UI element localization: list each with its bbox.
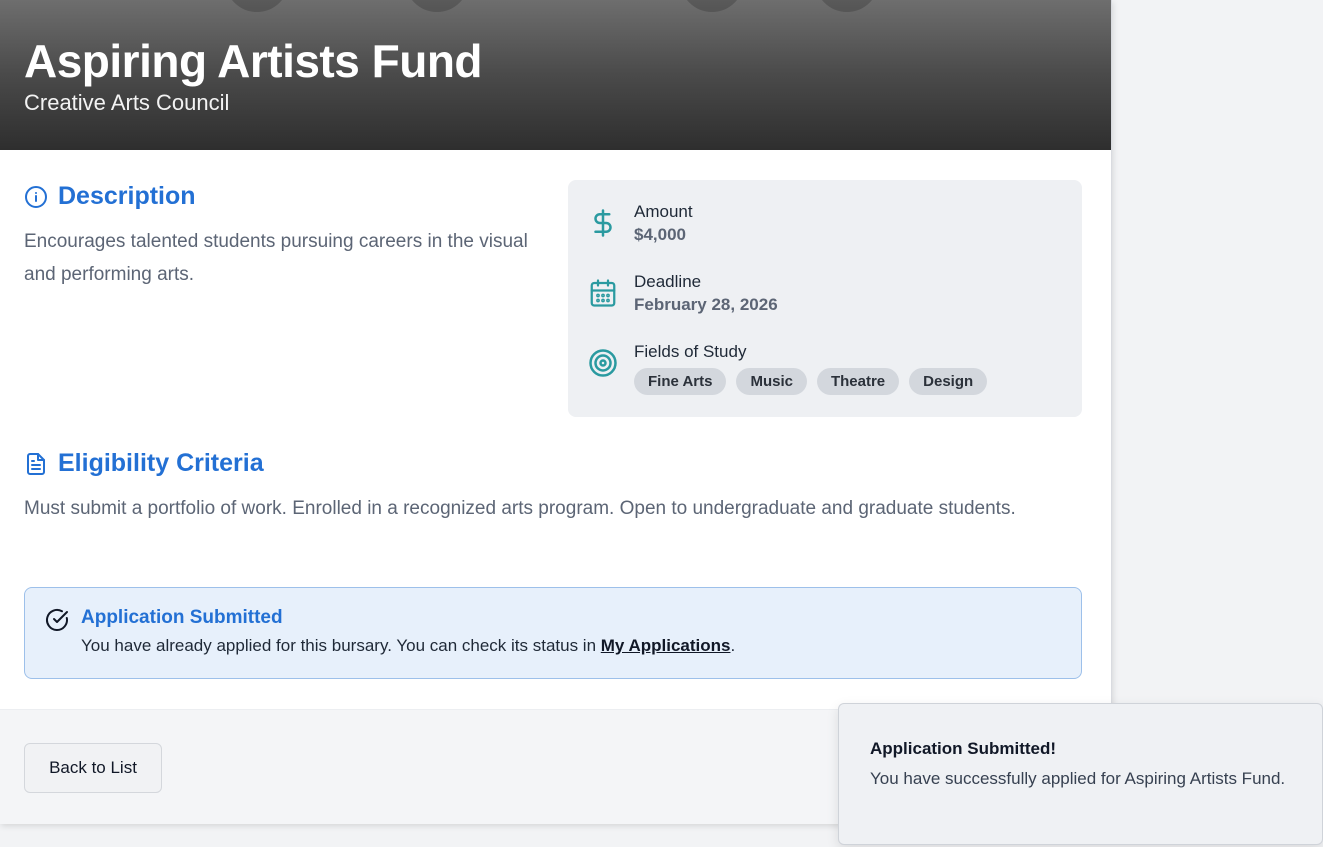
- banner-decoration: [405, 0, 469, 12]
- alert-message: You have already applied for this bursar…: [81, 636, 735, 656]
- banner-decoration: [680, 0, 744, 12]
- eligibility-title: Eligibility Criteria: [58, 449, 264, 477]
- alert-title: Application Submitted: [81, 607, 283, 628]
- dollar-icon: [588, 208, 618, 238]
- info-icon: [24, 185, 48, 209]
- deadline-value: February 28, 2026: [634, 295, 778, 314]
- toast-message: You have successfully applied for Aspiri…: [870, 769, 1286, 788]
- success-toast[interactable]: Application Submitted! You have successf…: [838, 703, 1323, 845]
- banner-decoration: [225, 0, 289, 12]
- toast-title: Application Submitted!: [870, 739, 1057, 758]
- description-text: Encourages talented students pursuing ca…: [24, 231, 528, 285]
- amount-row: Amount $4,000: [588, 202, 693, 245]
- deadline-label: Deadline: [634, 272, 702, 291]
- description-heading: Description: [24, 182, 196, 211]
- hero-banner: Aspiring Artists Fund Creative Arts Coun…: [0, 0, 1111, 150]
- eligibility-heading: Eligibility Criteria: [24, 449, 264, 478]
- alert-message-end: .: [730, 636, 736, 655]
- field-tag: Fine Arts: [634, 368, 727, 395]
- alert-message-text: You have already applied for this bursar…: [81, 636, 601, 655]
- check-circle-icon: [45, 608, 69, 632]
- bursary-detail-card: Aspiring Artists Fund Creative Arts Coun…: [0, 0, 1112, 824]
- organization-name: Creative Arts Council: [24, 90, 230, 115]
- eligibility-text: Must submit a portfolio of work. Enrolle…: [24, 498, 1016, 519]
- fields-row: Fields of Study Fine Arts Music Theatre …: [588, 342, 988, 395]
- page-title: Aspiring Artists Fund: [24, 35, 483, 87]
- deadline-row: Deadline February 28, 2026: [588, 272, 778, 315]
- fields-label: Fields of Study: [634, 342, 747, 361]
- amount-label: Amount: [634, 202, 693, 221]
- back-to-list-button[interactable]: Back to List: [24, 743, 162, 793]
- fields-tags: Fine Arts Music Theatre Design: [634, 368, 988, 395]
- description-title: Description: [58, 182, 196, 210]
- my-applications-link[interactable]: My Applications: [601, 636, 731, 655]
- document-icon: [24, 452, 48, 476]
- banner-decoration: [815, 0, 879, 12]
- field-tag: Music: [736, 368, 807, 395]
- target-icon: [588, 348, 618, 378]
- details-panel: Amount $4,000 Deadline February 28, 2026: [568, 180, 1082, 417]
- amount-value: $4,000: [634, 225, 686, 244]
- application-status-alert: Application Submitted You have already a…: [24, 587, 1082, 679]
- calendar-icon: [588, 278, 618, 308]
- field-tag: Theatre: [816, 368, 900, 395]
- field-tag: Design: [909, 368, 988, 395]
